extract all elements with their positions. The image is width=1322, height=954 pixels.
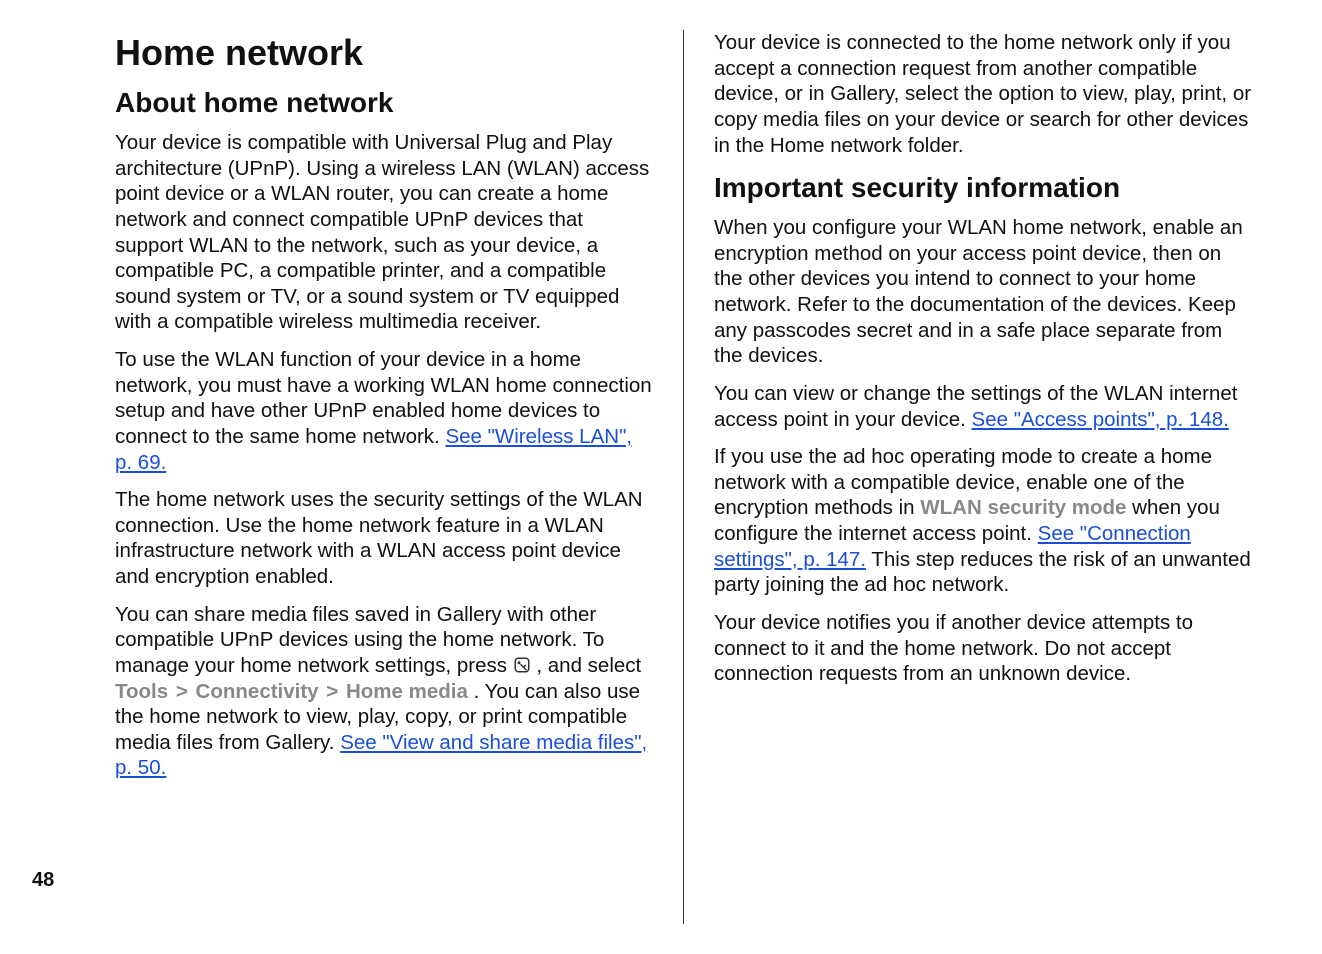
nav-connectivity: Connectivity — [196, 680, 319, 703]
column-divider — [683, 30, 684, 924]
heading-security-info: Important security information — [714, 170, 1252, 205]
link-access-points[interactable]: See "Access points", p. 148. — [972, 408, 1229, 431]
para-encryption: When you configure your WLAN home networ… — [714, 215, 1252, 369]
para-wlan-requirement: To use the WLAN function of your device … — [115, 347, 653, 475]
para-notify: Your device notifies you if another devi… — [714, 610, 1252, 687]
right-column: Your device is connected to the home net… — [714, 30, 1252, 924]
share-text-b: , and select — [536, 654, 641, 677]
nav-sep-2: > — [324, 680, 340, 703]
share-text-a: You can share media files saved in Galle… — [115, 603, 604, 677]
page-number: 48 — [32, 869, 54, 892]
heading-about-home-network: About home network — [115, 85, 653, 120]
page-columns: Home network About home network Your dev… — [80, 30, 1252, 924]
para-share-media: You can share media files saved in Galle… — [115, 602, 653, 781]
para-security-settings: The home network uses the security setti… — [115, 487, 653, 590]
para-compatibility: Your device is compatible with Universal… — [115, 130, 653, 335]
emph-wlan-security-mode: WLAN security mode — [920, 496, 1126, 519]
menu-key-icon — [513, 655, 531, 673]
nav-sep-1: > — [174, 680, 190, 703]
left-column: Home network About home network Your dev… — [80, 30, 653, 924]
para-connection-request: Your device is connected to the home net… — [714, 30, 1252, 158]
para-adhoc: If you use the ad hoc operating mode to … — [714, 444, 1252, 598]
nav-home-media: Home media — [346, 680, 468, 703]
heading-home-network: Home network — [115, 30, 653, 75]
nav-tools: Tools — [115, 680, 168, 703]
para-access-point: You can view or change the settings of t… — [714, 381, 1252, 432]
